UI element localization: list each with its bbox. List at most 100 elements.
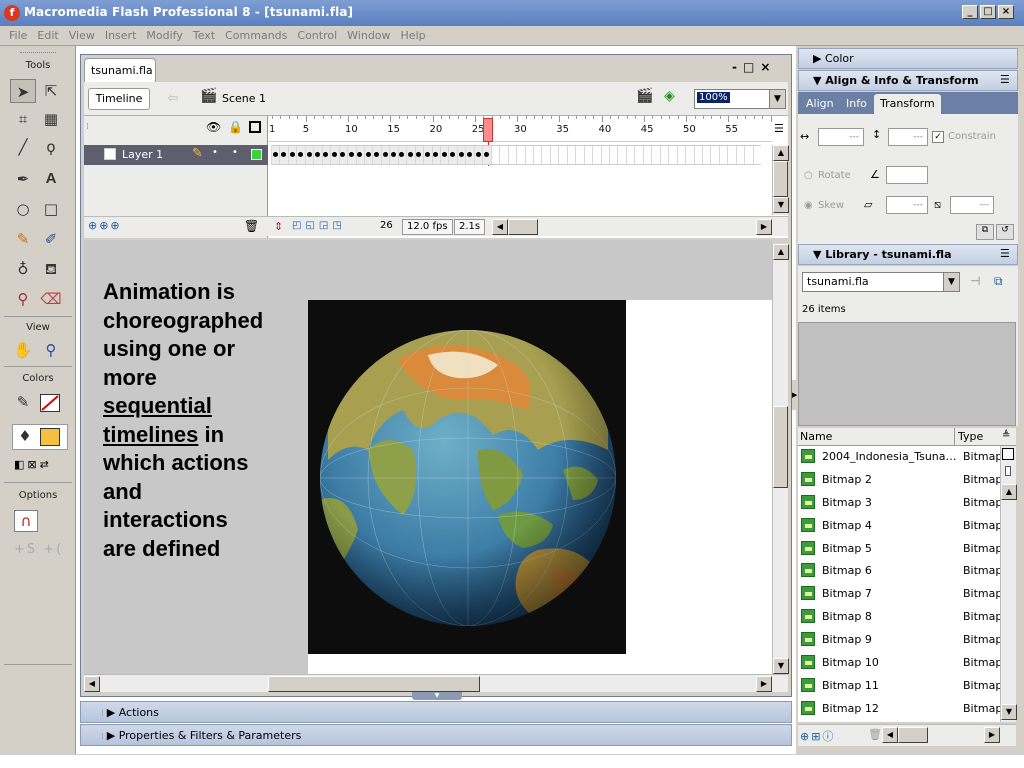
back-arrow-icon[interactable]: ⇦ [160,88,186,110]
rectangle-tool-icon[interactable]: □ [38,197,64,221]
library-panel-header[interactable]: ▼ Library - tsunami.fla [798,244,1018,265]
pin-library-icon[interactable]: ⊣ [970,274,980,288]
keyframe[interactable] [407,152,413,157]
playhead[interactable] [483,118,493,142]
keyframe[interactable] [306,152,312,157]
delete-item-icon[interactable]: 🗑 [868,728,882,741]
minimize-button[interactable]: _ [962,5,978,19]
paint-bucket-tool-icon[interactable]: ⛾ [38,257,64,281]
scroll-left-icon[interactable]: ◀ [492,219,508,235]
edit-symbols-icon[interactable]: ◈ [664,88,675,104]
outline-color-box[interactable] [251,149,262,160]
keyframe[interactable] [424,152,430,157]
panel-menu-icon[interactable]: ☰ [1000,73,1010,86]
scroll-right-icon[interactable]: ▶ [984,727,1000,743]
eraser-tool-icon[interactable]: ⌫ [38,287,64,311]
frame-rate[interactable]: 12.0 fps [402,219,453,235]
keyframe[interactable] [289,152,295,157]
keyframe[interactable] [391,152,396,157]
keyframe[interactable] [382,152,388,157]
keyframe[interactable] [314,152,320,157]
menu-text[interactable]: Text [188,26,220,42]
eyedropper-tool-icon[interactable]: ⚲ [10,287,36,311]
menu-edit[interactable]: Edit [32,26,63,42]
align-info-transform-header[interactable]: ▼ Align & Info & Transform [798,70,1018,91]
library-item[interactable]: Bitmap 4 Bitmap [798,515,1000,538]
tab-transform[interactable]: Transform [874,94,941,114]
onion-skin-icons[interactable]: ◰◱◲◳ [292,220,346,231]
scroll-up-icon[interactable]: ▲ [773,145,789,161]
layer-row[interactable]: Layer 1 ✎ • • [84,145,268,165]
maximize-button[interactable]: □ [980,5,996,19]
library-item[interactable]: Bitmap 9 Bitmap [798,629,1000,652]
menu-window[interactable]: Window [342,26,395,42]
outline-layers-icon[interactable] [249,121,261,133]
library-item[interactable]: Bitmap 2 Bitmap [798,469,1000,492]
library-item[interactable]: Bitmap 8 Bitmap [798,606,1000,629]
gradient-transform-tool-icon[interactable]: ▦ [38,107,64,131]
keyframe[interactable] [475,152,481,157]
library-item[interactable]: Bitmap 6 Bitmap [798,560,1000,583]
library-item[interactable]: Bitmap 3 Bitmap [798,492,1000,515]
column-divider[interactable] [954,428,955,446]
h-scroll-thumb[interactable] [508,219,538,235]
center-frame-icon[interactable]: ⇕ [274,220,283,233]
scroll-down-icon[interactable]: ▼ [773,658,789,674]
lock-dot[interactable]: • [232,147,238,158]
color-buttons-icon[interactable]: ◧⊠⇄ [14,458,52,471]
subselection-tool-icon[interactable]: ⇱ [38,79,64,103]
free-transform-tool-icon[interactable]: ⌗ [10,107,36,131]
new-library-panel-icon[interactable]: ⧉ [994,274,1003,289]
copy-transform-icon[interactable]: ⧉ [976,224,994,240]
menu-help[interactable]: Help [396,26,431,42]
library-item[interactable]: Bitmap 7 Bitmap [798,583,1000,606]
timeline-grip[interactable]: ⁞ [86,122,89,132]
timeline-vertical-scrollbar[interactable]: ▲ ▼ [772,145,789,215]
library-select[interactable]: tsunami.fla ▼ [802,272,960,292]
scroll-down-icon[interactable]: ▼ [1001,704,1017,720]
edit-scene-icon[interactable]: 🎬 [636,88,653,104]
fill-color-swatch[interactable] [40,428,60,446]
add-layer-icons[interactable]: ⊕⊕⊕ [88,219,122,232]
slide-text[interactable]: Animation is choreographed using one or … [103,278,303,563]
timeline-ruler[interactable]: 1 5 10 15 20 25 30 35 40 45 50 55 [268,116,772,142]
menu-file[interactable]: File [0,26,32,42]
menu-modify[interactable]: Modify [141,26,187,42]
visibility-dot[interactable]: • [212,147,218,158]
new-symbol-folder-icons[interactable]: ⊕⊞ⓘ [800,728,835,744]
line-tool-icon[interactable]: ╱ [10,135,36,159]
brush-tool-icon[interactable]: ✐ [38,227,64,251]
scroll-up-icon[interactable]: ▲ [1001,484,1017,500]
skew-radio[interactable]: ◉ [804,200,813,211]
width-input[interactable]: --- [818,128,864,146]
h-scroll-thumb[interactable] [898,727,928,743]
scroll-left-icon[interactable]: ◀ [882,727,898,743]
constrain-checkbox[interactable]: ✓ [932,131,944,143]
dropdown-arrow-icon[interactable]: ▼ [769,90,785,108]
keyframe[interactable] [272,152,278,157]
close-button[interactable]: × [998,5,1014,19]
sort-icon[interactable]: ≜ [1002,430,1010,441]
tab-align[interactable]: Align [800,94,840,114]
document-window-controls[interactable]: -□× [732,60,776,74]
actions-panel-header[interactable]: ⁞ ▶ Actions [80,701,792,723]
oval-tool-icon[interactable]: ○ [10,197,36,221]
zoom-select[interactable]: 100% ▼ [694,89,786,109]
arrow-tool-icon[interactable]: ➤ [10,79,36,103]
hand-tool-icon[interactable]: ✋ [10,338,36,362]
stage-vertical-scrollbar[interactable]: ▲ ▼ [772,244,789,674]
library-vertical-scrollbar[interactable]: ▲ ▼ [1000,446,1017,722]
keyframe[interactable] [365,152,371,157]
scroll-down-icon[interactable]: ▼ [773,197,789,213]
snap-to-objects-icon[interactable]: ∩ [14,510,38,532]
lasso-tool-icon[interactable]: ϙ [38,135,64,159]
dropdown-arrow-icon[interactable]: ▼ [943,273,959,291]
library-item[interactable]: Bitmap 10 Bitmap [798,652,1000,675]
pen-tool-icon[interactable]: ✒ [10,167,36,191]
panel-menu-icon[interactable]: ☰ [1000,247,1010,260]
library-item[interactable]: 2004_Indonesia_Tsunami... Bitmap [798,446,1000,469]
reset-transform-icon[interactable]: ↺ [996,224,1014,240]
globe-image[interactable] [308,300,626,654]
col-name[interactable]: Name [800,430,832,443]
scroll-right-icon[interactable]: ▶ [756,219,772,235]
